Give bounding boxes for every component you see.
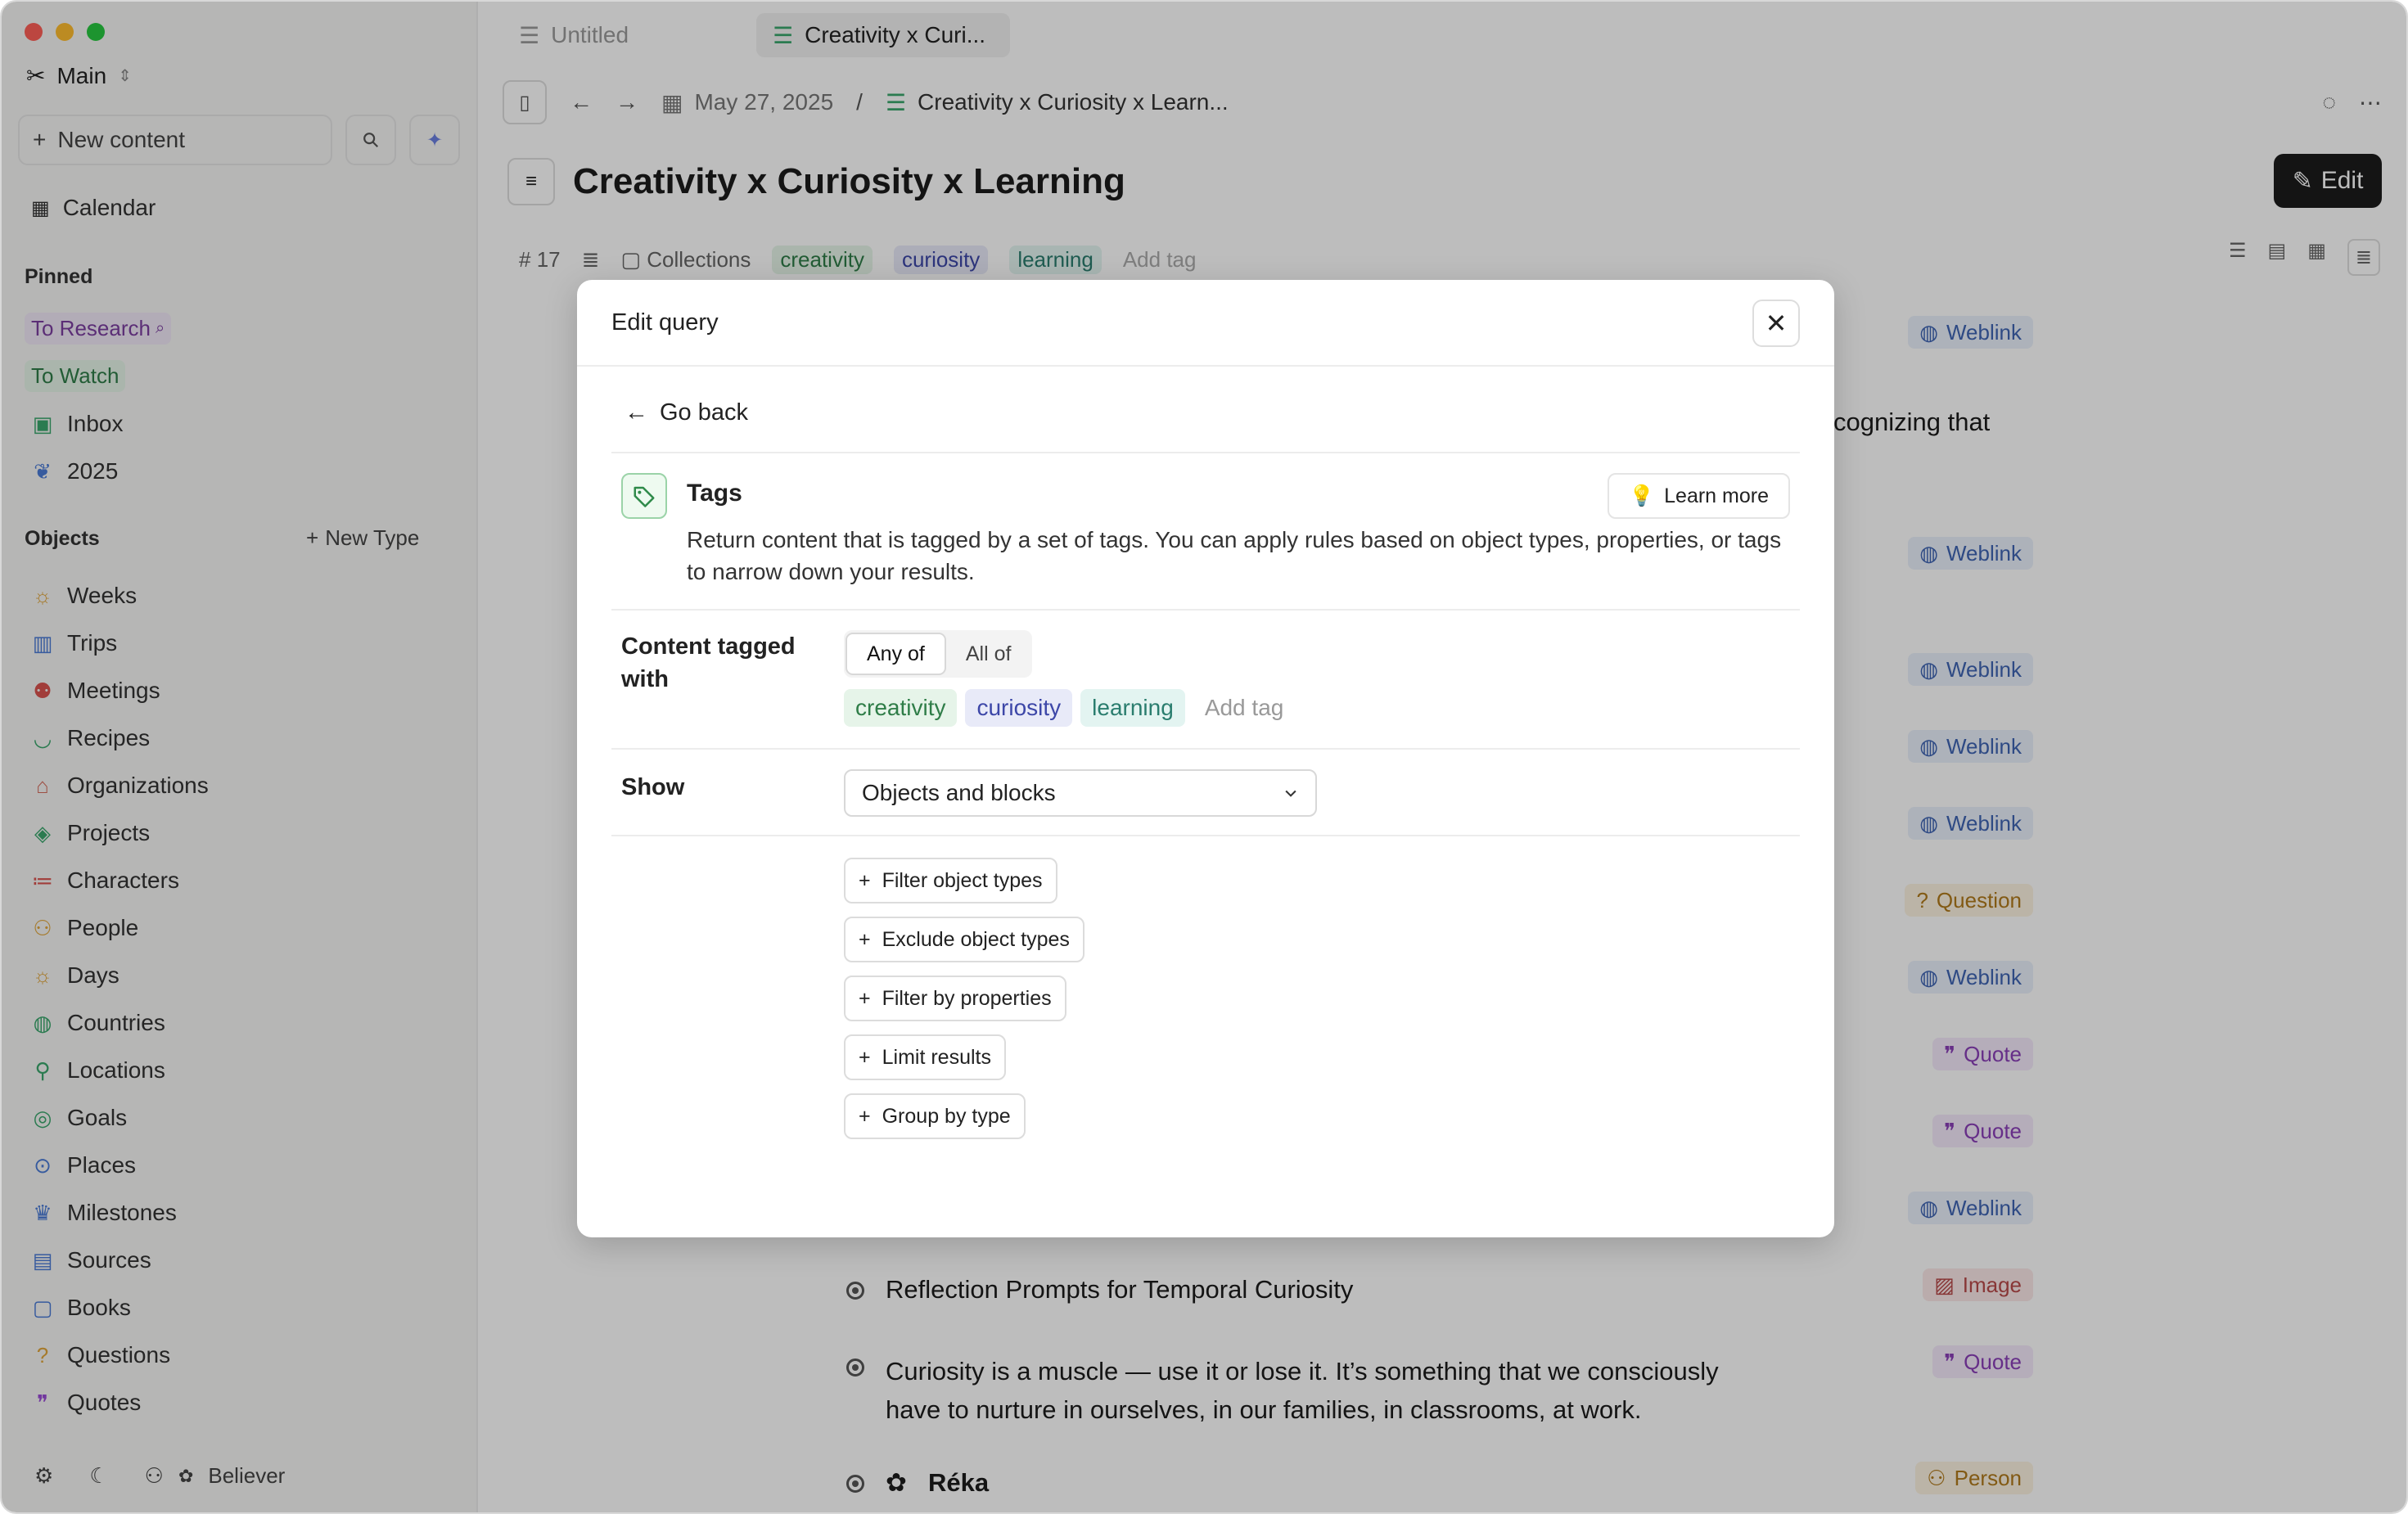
- close-icon: ✕: [1765, 309, 1788, 338]
- filter-object-types-button[interactable]: + Filter object types: [844, 858, 1057, 903]
- lightbulb-icon: 💡: [1629, 484, 1655, 507]
- divider: [611, 748, 1800, 750]
- filter-by-properties-button[interactable]: + Filter by properties: [844, 976, 1066, 1021]
- section-description: Return content that is tagged by a set o…: [687, 527, 1782, 584]
- close-button[interactable]: ✕: [1752, 300, 1800, 347]
- show-select[interactable]: Objects and blocks: [844, 769, 1317, 817]
- plus-icon: +: [859, 1104, 871, 1128]
- edit-query-modal: Edit query ✕ ← Go back Tags 💡 Learn more…: [577, 280, 1834, 1237]
- action-label: Limit results: [882, 1045, 991, 1069]
- learn-more-label: Learn more: [1664, 484, 1769, 507]
- tag-chip-curiosity[interactable]: curiosity: [965, 689, 1073, 727]
- action-label: Exclude object types: [882, 927, 1070, 951]
- show-select-value: Objects and blocks: [862, 780, 1056, 805]
- plus-icon: +: [859, 1045, 871, 1069]
- chevron-down-icon: [1285, 790, 1296, 797]
- learn-more-button[interactable]: 💡 Learn more: [1608, 473, 1790, 519]
- plus-icon: +: [859, 927, 871, 951]
- add-tag-input[interactable]: Add tag: [1193, 689, 1296, 727]
- all-of-option[interactable]: All of: [946, 633, 1031, 675]
- tag-chips: creativity curiosity learning Add tag: [844, 689, 1295, 727]
- app-window: ✂ Main ⇕ + New content ✦ ▦ Calendar Pinn…: [0, 0, 2408, 1514]
- action-label: Filter object types: [882, 868, 1043, 892]
- plus-icon: +: [859, 986, 871, 1010]
- tag-chip-learning[interactable]: learning: [1080, 689, 1185, 727]
- go-back-button[interactable]: ← Go back: [625, 399, 748, 426]
- action-label: Group by type: [882, 1104, 1011, 1128]
- content-tagged-label: Content tagged with: [621, 633, 796, 692]
- arrow-left-icon: ←: [625, 399, 648, 426]
- group-by-type-button[interactable]: + Group by type: [844, 1093, 1026, 1139]
- tag-icon: [621, 473, 667, 519]
- modal-header: Edit query ✕: [577, 280, 1834, 367]
- limit-results-button[interactable]: + Limit results: [844, 1034, 1006, 1080]
- action-label: Filter by properties: [882, 986, 1052, 1010]
- exclude-object-types-button[interactable]: + Exclude object types: [844, 917, 1085, 962]
- section-title: Tags: [687, 480, 742, 507]
- go-back-label: Go back: [660, 399, 748, 426]
- show-label: Show: [621, 774, 685, 800]
- modal-title: Edit query: [611, 309, 719, 336]
- divider: [611, 452, 1800, 453]
- tag-chip-creativity[interactable]: creativity: [844, 689, 958, 727]
- divider: [611, 835, 1800, 836]
- plus-icon: +: [859, 868, 871, 892]
- divider: [611, 609, 1800, 611]
- match-mode-toggle: Any of All of: [844, 630, 1033, 678]
- any-of-option[interactable]: Any of: [846, 633, 946, 675]
